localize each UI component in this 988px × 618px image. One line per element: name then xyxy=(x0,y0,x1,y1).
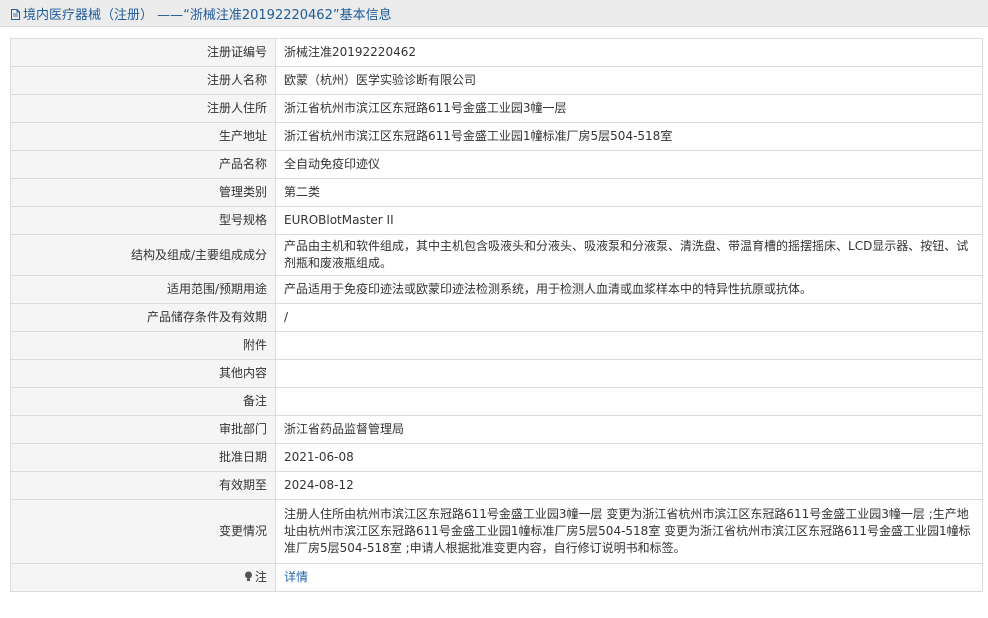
row-label: 注册人名称 xyxy=(10,66,276,95)
lightbulb-icon xyxy=(244,571,252,581)
row-value: 浙江省杭州市滨江区东冠路611号金盛工业园3幢一层 xyxy=(275,94,983,123)
row-label: 注册证编号 xyxy=(10,38,276,67)
table-row: 审批部门 浙江省药品监督管理局 xyxy=(10,415,983,444)
row-label: 型号规格 xyxy=(10,206,276,235)
table-row: 其他内容 xyxy=(10,359,983,388)
row-label: 适用范围/预期用途 xyxy=(10,275,276,304)
table-row: 备注 xyxy=(10,387,983,416)
row-value: 浙江省药品监督管理局 xyxy=(275,415,983,444)
table-row: 批准日期 2021-06-08 xyxy=(10,443,983,472)
row-label: 审批部门 xyxy=(10,415,276,444)
row-value: 产品由主机和软件组成，其中主机包含吸液头和分液头、吸液泵和分液泵、清洗盘、带温育… xyxy=(275,234,983,276)
row-label: 其他内容 xyxy=(10,359,276,388)
row-value: 2021-06-08 xyxy=(275,443,983,472)
row-label: 结构及组成/主要组成成分 xyxy=(10,234,276,276)
row-label: 有效期至 xyxy=(10,471,276,500)
table-row: 注册证编号 浙械注准20192220462 xyxy=(10,38,983,67)
table-row: 产品名称 全自动免疫印迹仪 xyxy=(10,150,983,179)
row-value: 全自动免疫印迹仪 xyxy=(275,150,983,179)
row-value xyxy=(275,359,983,388)
row-value: 欧蒙（杭州）医学实验诊断有限公司 xyxy=(275,66,983,95)
row-label: 变更情况 xyxy=(10,499,276,564)
row-value: 第二类 xyxy=(275,178,983,207)
row-label: 生产地址 xyxy=(10,122,276,151)
row-label: 批准日期 xyxy=(10,443,276,472)
table-row: 生产地址 浙江省杭州市滨江区东冠路611号金盛工业园1幢标准厂房5层504-518… xyxy=(10,122,983,151)
info-table: 注册证编号 浙械注准20192220462 注册人名称 欧蒙（杭州）医学实验诊断有限… xyxy=(10,38,983,592)
row-value: 产品适用于免疫印迹法或欧蒙印迹法检测系统，用于检测人血清或血浆样本中的特异性抗原… xyxy=(275,275,983,304)
document-icon xyxy=(11,8,20,20)
note-label: 注 xyxy=(254,570,267,584)
table-row: 型号规格 EUROBlotMaster II xyxy=(10,206,983,235)
page-title: 境内医疗器械（注册） ——“浙械注准20192220462”基本信息 xyxy=(23,7,392,23)
row-value: / xyxy=(275,303,983,332)
table-row: 注册人住所 浙江省杭州市滨江区东冠路611号金盛工业园3幢一层 xyxy=(10,94,983,123)
row-label: 附件 xyxy=(10,331,276,360)
table-row: 适用范围/预期用途 产品适用于免疫印迹法或欧蒙印迹法检测系统，用于检测人血清或血浆… xyxy=(10,275,983,304)
note-row: 注 详情 xyxy=(10,563,983,592)
row-label: 注册人住所 xyxy=(10,94,276,123)
row-value: 浙江省杭州市滨江区东冠路611号金盛工业园1幢标准厂房5层504-518室 xyxy=(275,122,983,151)
table-row: 变更情况 注册人住所由杭州市滨江区东冠路611号金盛工业园3幢一层 变更为浙江省杭… xyxy=(10,499,983,564)
row-label: 管理类别 xyxy=(10,178,276,207)
row-label: 产品名称 xyxy=(10,150,276,179)
row-label: 产品储存条件及有效期 xyxy=(10,303,276,332)
row-label: 备注 xyxy=(10,387,276,416)
info-table-container: 注册证编号 浙械注准20192220462 注册人名称 欧蒙（杭州）医学实验诊断有限… xyxy=(10,38,983,592)
note-value-cell: 详情 xyxy=(275,563,983,592)
row-value xyxy=(275,387,983,416)
table-row: 产品储存条件及有效期 / xyxy=(10,303,983,332)
table-row: 结构及组成/主要组成成分 产品由主机和软件组成，其中主机包含吸液头和分液头、吸液泵… xyxy=(10,234,983,276)
row-value: 浙械注准20192220462 xyxy=(275,38,983,67)
row-value: EUROBlotMaster II xyxy=(275,206,983,235)
table-row: 附件 xyxy=(10,331,983,360)
page-header: 境内医疗器械（注册） ——“浙械注准20192220462”基本信息 xyxy=(0,0,988,27)
table-row: 有效期至 2024-08-12 xyxy=(10,471,983,500)
table-row: 管理类别 第二类 xyxy=(10,178,983,207)
table-row: 注册人名称 欧蒙（杭州）医学实验诊断有限公司 xyxy=(10,66,983,95)
details-link[interactable]: 详情 xyxy=(284,570,308,584)
row-value xyxy=(275,331,983,360)
row-value: 注册人住所由杭州市滨江区东冠路611号金盛工业园3幢一层 变更为浙江省杭州市滨江… xyxy=(275,499,983,564)
row-value: 2024-08-12 xyxy=(275,471,983,500)
note-label-cell: 注 xyxy=(10,563,276,592)
